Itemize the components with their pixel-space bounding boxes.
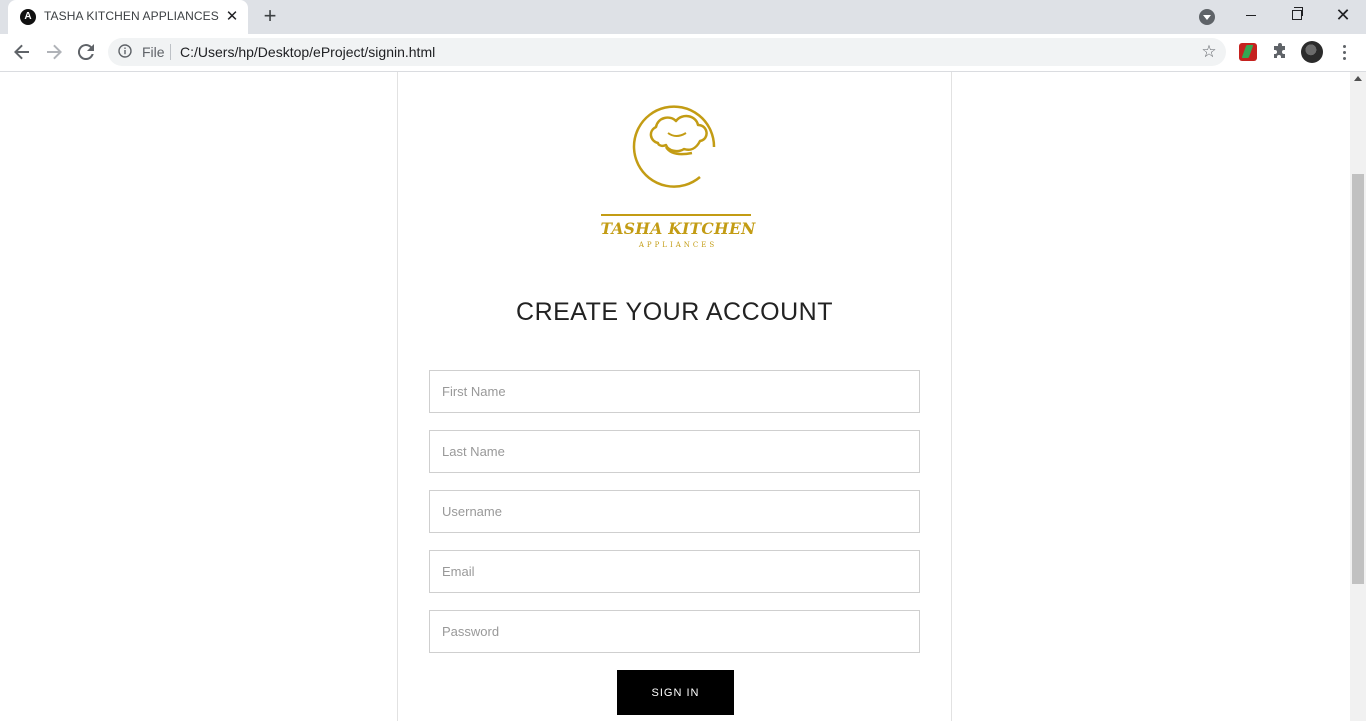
logo-divider (601, 214, 751, 216)
brand-logo: TASHA KITCHEN APPLIANCES (598, 95, 758, 249)
new-tab-icon[interactable]: + (258, 5, 282, 29)
signup-card: TASHA KITCHEN APPLIANCES CREATE YOUR ACC… (397, 72, 952, 721)
tab-favicon-icon: A (20, 9, 36, 25)
first-name-field[interactable] (429, 370, 920, 413)
scroll-up-arrow-icon[interactable] (1354, 76, 1362, 81)
back-arrow-icon[interactable] (10, 40, 34, 64)
close-window-button[interactable]: ✕ (1320, 0, 1366, 30)
page-scrollbar[interactable] (1350, 72, 1366, 721)
browser-menu-icon[interactable] (1336, 41, 1352, 63)
restore-button[interactable] (1274, 0, 1320, 30)
page-title: CREATE YOUR ACCOUNT (516, 298, 833, 326)
close-tab-icon[interactable]: ✕ (223, 8, 241, 26)
sign-in-button[interactable]: SIGN IN (617, 670, 734, 715)
extension-icon[interactable] (1239, 43, 1257, 61)
scheme-label: File (142, 44, 165, 60)
forward-arrow-icon[interactable] (42, 40, 66, 64)
bookmark-star-icon[interactable]: ☆ (1198, 41, 1220, 63)
username-field[interactable] (429, 490, 920, 533)
last-name-field[interactable] (429, 430, 920, 473)
address-bar[interactable]: File C:/Users/hp/Desktop/eProject/signin… (108, 38, 1226, 66)
password-field[interactable] (429, 610, 920, 653)
scrollbar-thumb[interactable] (1352, 174, 1364, 584)
info-icon[interactable] (118, 44, 132, 58)
tab-search-icon[interactable] (1199, 9, 1215, 25)
profile-avatar[interactable] (1301, 41, 1323, 63)
tab-title: TASHA KITCHEN APPLIANCES (44, 9, 219, 23)
page-viewport: TASHA KITCHEN APPLIANCES CREATE YOUR ACC… (0, 72, 1350, 721)
minimize-button[interactable] (1228, 0, 1274, 30)
browser-toolbar: File C:/Users/hp/Desktop/eProject/signin… (0, 34, 1366, 72)
chef-hat-logo-icon (632, 105, 716, 188)
email-field[interactable] (429, 550, 920, 593)
browser-tab[interactable]: A TASHA KITCHEN APPLIANCES ✕ (8, 0, 248, 34)
brand-subtitle: APPLIANCES (638, 241, 718, 249)
url-text[interactable]: C:/Users/hp/Desktop/eProject/signin.html (180, 44, 435, 60)
tab-strip: A TASHA KITCHEN APPLIANCES ✕ + ✕ (0, 0, 1366, 34)
reload-icon[interactable] (74, 40, 98, 64)
omnibox-divider (170, 44, 171, 60)
extensions-puzzle-icon[interactable] (1271, 43, 1289, 61)
brand-name: TASHA KITCHEN (600, 219, 756, 238)
